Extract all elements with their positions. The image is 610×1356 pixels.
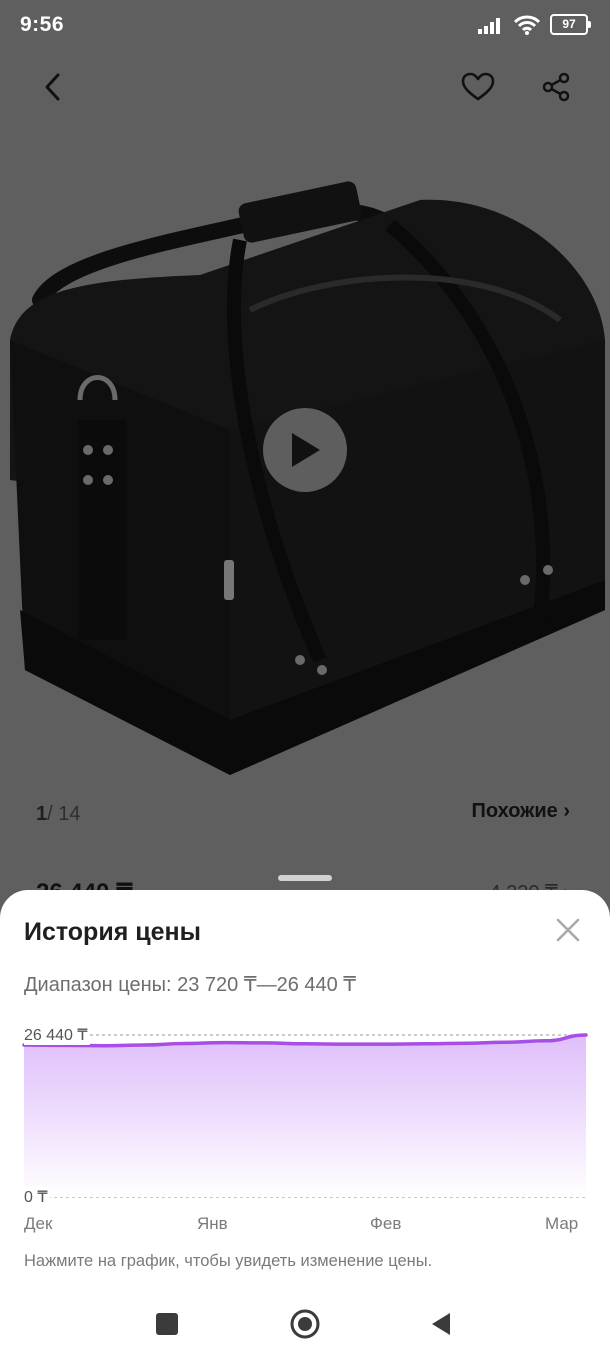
product-top-nav	[0, 60, 610, 116]
battery-icon: 97	[550, 14, 591, 35]
price-range-label: Диапазон цены: 23 720 ₸—26 440 ₸	[24, 974, 357, 996]
price-chart-svg	[22, 1033, 588, 1198]
square-icon	[156, 1313, 178, 1335]
price-area	[24, 1035, 586, 1197]
heart-icon	[461, 72, 495, 101]
x-tick-label: Фев	[370, 1214, 402, 1233]
status-bar: 9:56 97	[0, 0, 610, 52]
recents-button[interactable]	[147, 1304, 187, 1344]
play-video-button[interactable]	[263, 408, 347, 492]
triangle-back-icon	[432, 1313, 450, 1335]
y-tick-zero: 0 ₸	[24, 1187, 50, 1207]
similar-link[interactable]: Похожие ›	[472, 800, 571, 823]
image-counter: 1/ 14	[36, 803, 80, 826]
favorite-button[interactable]	[455, 64, 501, 110]
close-icon	[556, 918, 580, 942]
system-nav-bar	[0, 1290, 610, 1356]
chart-hint: Нажмите на график, чтобы увидеть изменен…	[24, 1252, 433, 1270]
play-icon	[292, 433, 320, 467]
signal-icon	[478, 17, 500, 34]
sheet-drag-handle[interactable]	[278, 875, 332, 881]
share-button[interactable]	[533, 64, 579, 110]
home-circle-icon	[290, 1309, 320, 1339]
x-tick-label: Мар	[545, 1214, 579, 1233]
image-counter-current: 1	[36, 803, 48, 825]
share-icon	[542, 72, 570, 102]
home-button[interactable]	[285, 1304, 325, 1344]
system-icons: 97	[478, 14, 591, 35]
back-button[interactable]	[30, 64, 76, 110]
sheet-title: История цены	[24, 918, 201, 946]
y-tick-max: 26 440 ₸	[24, 1025, 90, 1045]
clock: 9:56	[20, 13, 65, 36]
x-tick-label: Янв	[197, 1214, 228, 1233]
x-tick-label: Дек	[24, 1214, 53, 1233]
price-history-chart[interactable]: 26 440 ₸ 0 ₸	[22, 1025, 588, 1207]
image-counter-total: / 14	[47, 803, 81, 825]
close-button[interactable]	[552, 914, 584, 946]
chevron-left-icon	[45, 73, 60, 101]
back-nav-button[interactable]	[421, 1304, 461, 1344]
wifi-icon	[514, 15, 540, 35]
